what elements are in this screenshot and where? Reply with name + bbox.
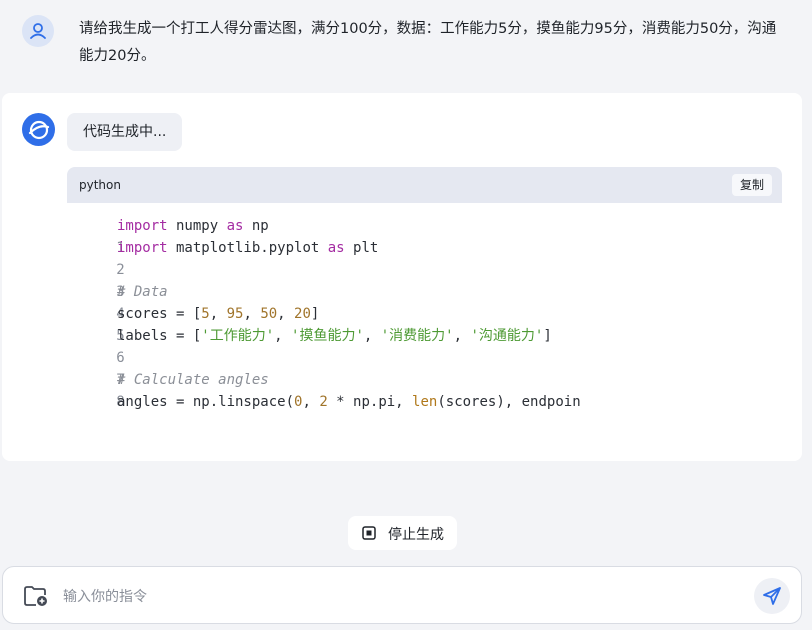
code-line: 7 bbox=[67, 347, 124, 388]
user-message-row: 请给我生成一个打工人得分雷达图，满分100分，数据：工作能力5分，摸鱼能力95分… bbox=[0, 0, 812, 92]
code-line: 6 labels = ['工作能力', '摸鱼能力', '消费能力', '沟通能… bbox=[67, 325, 551, 366]
code-text: angles = np.linspace(0, 2 * np.pi, len(s… bbox=[117, 394, 581, 410]
code-text: labels = ['工作能力', '摸鱼能力', '消费能力', '沟通能力'… bbox=[117, 328, 552, 344]
stop-generation-button[interactable]: 停止生成 bbox=[348, 516, 457, 550]
code-line: 5 scores = [5, 95, 50, 20] bbox=[67, 303, 319, 344]
code-line: 3 bbox=[67, 259, 124, 300]
code-language-label: python bbox=[79, 178, 121, 192]
stop-generation-label: 停止生成 bbox=[388, 527, 444, 543]
code-text: scores = [5, 95, 50, 20] bbox=[117, 306, 320, 322]
code-line: 1 import numpy as np bbox=[67, 215, 268, 256]
folder-add-icon[interactable] bbox=[23, 584, 49, 608]
user-avatar bbox=[22, 15, 54, 47]
code-text: # Calculate angles bbox=[117, 372, 269, 388]
code-text: # Data bbox=[117, 284, 168, 300]
user-message-text: 请给我生成一个打工人得分雷达图，满分100分，数据：工作能力5分，摸鱼能力95分… bbox=[79, 21, 777, 64]
copy-button[interactable]: 复制 bbox=[731, 174, 772, 196]
code-block-body: 1 import numpy as np 2 import matplotlib… bbox=[67, 203, 782, 443]
chat-input-bar bbox=[2, 566, 802, 624]
code-block-header: python 复制 bbox=[67, 167, 782, 203]
code-line: 4 # Data bbox=[67, 281, 167, 322]
send-icon bbox=[763, 587, 781, 605]
stop-icon bbox=[362, 526, 376, 540]
send-button[interactable] bbox=[754, 578, 790, 614]
instruction-input[interactable] bbox=[61, 581, 735, 613]
code-text: import matplotlib.pyplot as plt bbox=[117, 240, 379, 256]
code-text: import numpy as np bbox=[117, 218, 269, 234]
code-line: 8 # Calculate angles bbox=[67, 369, 268, 410]
assistant-avatar bbox=[22, 113, 55, 146]
assistant-logo-icon bbox=[28, 120, 49, 139]
user-icon bbox=[30, 23, 46, 39]
code-line: angles = np.linspace(0, 2 * np.pi, len(s… bbox=[67, 391, 581, 413]
code-line: 2 import matplotlib.pyplot as plt bbox=[67, 237, 378, 278]
generation-status-bubble: 代码生成中... bbox=[67, 113, 183, 151]
